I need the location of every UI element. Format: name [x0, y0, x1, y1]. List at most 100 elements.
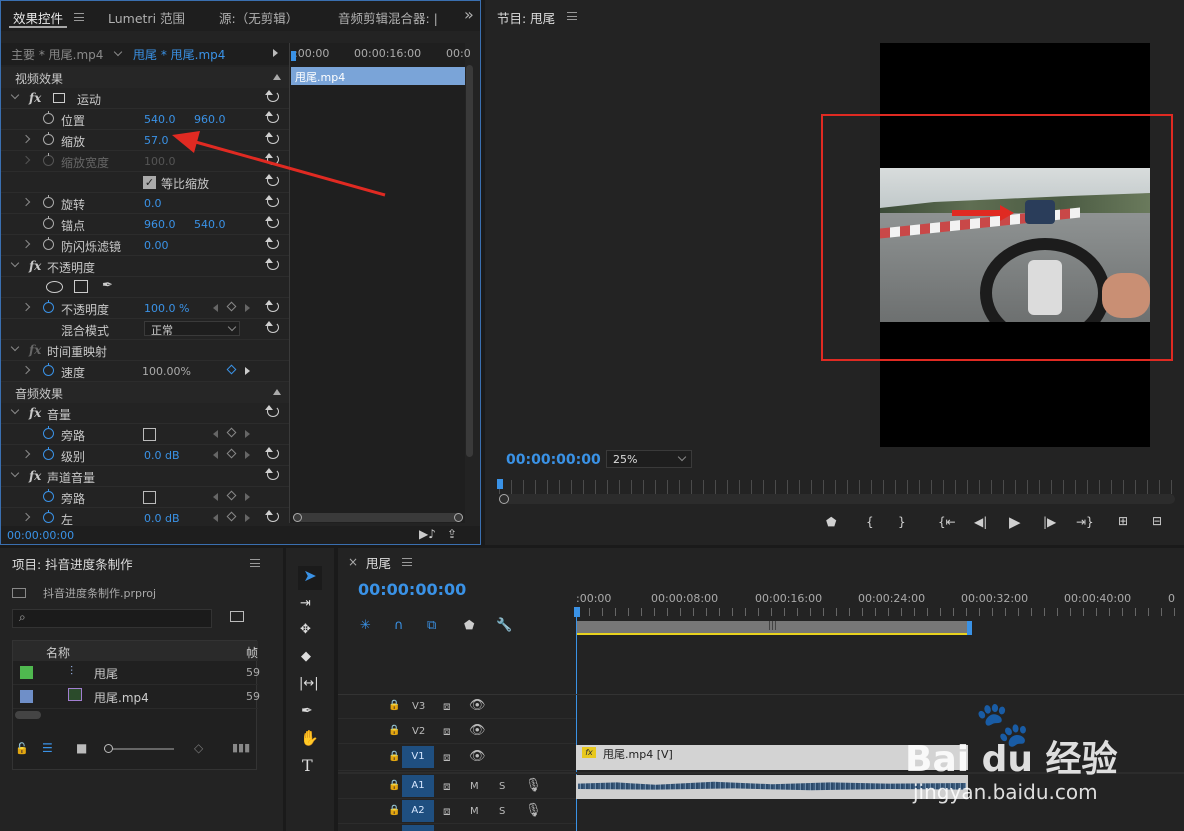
opacity-group-row[interactable]: fx 不透明度 — [1, 256, 289, 277]
a1-target-button[interactable]: A1 — [402, 775, 434, 797]
label-color-swatch[interactable] — [20, 690, 33, 703]
mark-in-icon[interactable]: { — [866, 515, 874, 529]
export-icon[interactable]: ⇪ — [447, 527, 457, 541]
prev-keyframe-icon[interactable] — [213, 493, 218, 501]
eye-icon[interactable]: 👁 — [469, 749, 486, 764]
ripple-edit-tool-icon[interactable]: ✥ — [300, 622, 311, 637]
reset-icon[interactable] — [265, 321, 279, 333]
go-to-out-icon[interactable]: ⇥} — [1076, 515, 1094, 529]
overwrite-icon[interactable]: ⊟ — [1152, 514, 1162, 528]
type-tool-icon[interactable]: T — [302, 756, 313, 775]
add-keyframe-icon[interactable] — [226, 301, 237, 312]
lock-icon[interactable]: 🔒 — [388, 780, 400, 791]
motion-transform-icon[interactable] — [53, 93, 65, 103]
sync-lock-icon[interactable]: ⧈ — [443, 699, 451, 714]
expand-timeline-icon[interactable] — [273, 49, 278, 57]
reset-icon[interactable] — [265, 468, 279, 480]
stopwatch-icon[interactable] — [43, 216, 54, 229]
speed-value[interactable]: 100.00% — [142, 365, 191, 378]
add-marker-icon[interactable]: ⬟ — [826, 515, 836, 529]
ellipse-mask-icon[interactable] — [46, 281, 63, 293]
lock-icon[interactable]: 🔒 — [388, 725, 400, 736]
stopwatch-icon[interactable] — [43, 195, 54, 208]
pen-mask-icon[interactable]: ✒ — [102, 278, 113, 293]
close-sequence-icon[interactable]: × — [348, 555, 358, 569]
add-keyframe-icon[interactable] — [226, 427, 237, 438]
eye-icon[interactable]: 👁 — [469, 723, 486, 738]
sort-icon[interactable]: ◇ — [194, 741, 203, 755]
insert-icon[interactable]: ⊞ — [1118, 514, 1128, 528]
reset-icon[interactable] — [265, 510, 279, 522]
a3-target-button[interactable] — [402, 825, 434, 831]
prev-keyframe-icon[interactable] — [213, 304, 218, 312]
stopwatch-icon[interactable] — [43, 111, 54, 124]
panel-menu-icon[interactable] — [250, 559, 260, 567]
stopwatch-icon[interactable] — [43, 300, 54, 313]
opacity-value-expand-chevron-icon[interactable] — [21, 302, 31, 312]
sync-lock-icon[interactable]: ⧈ — [443, 779, 451, 794]
v1-target-button[interactable]: V1 — [402, 746, 434, 768]
pen-tool-icon[interactable]: ✒ — [301, 703, 313, 719]
bypass2-checkbox[interactable] — [143, 491, 156, 504]
play-icon[interactable]: ▶ — [1009, 513, 1021, 531]
level-expand-chevron-icon[interactable] — [21, 449, 31, 459]
mini-timeline[interactable]: :00:00 00:00:16:00 00:0 甩尾.mp4 — [289, 43, 471, 523]
anchor-x-value[interactable]: 960.0 — [144, 218, 176, 231]
eye-icon[interactable]: 👁 — [469, 698, 486, 713]
source-dropdown-chevron-icon[interactable] — [113, 47, 123, 57]
go-to-in-icon[interactable]: {⇤ — [938, 515, 956, 529]
next-keyframe-icon[interactable] — [245, 514, 250, 522]
next-keyframe-icon[interactable] — [245, 304, 250, 312]
channel-volume-expand-chevron-icon[interactable] — [10, 468, 20, 478]
stopwatch-icon[interactable] — [43, 510, 54, 523]
source-clip-label[interactable]: 甩尾 * 甩尾.mp4 — [133, 46, 225, 63]
microphone-icon[interactable]: 🎙 — [525, 778, 542, 793]
scale-width-expand-chevron-icon[interactable] — [21, 155, 31, 165]
timeline-playhead-head[interactable] — [574, 607, 580, 617]
effect-controls-vscroll[interactable] — [466, 65, 473, 457]
panel-menu-icon[interactable] — [402, 558, 412, 566]
more-tabs-icon[interactable]: » — [464, 5, 474, 24]
rotation-expand-chevron-icon[interactable] — [21, 197, 31, 207]
anti-flicker-value[interactable]: 0.00 — [144, 239, 169, 252]
program-timecode[interactable]: 00:00:00:00 — [506, 452, 601, 468]
razor-tool-icon[interactable]: ◆ — [301, 649, 311, 664]
tab-audio-clip-mixer[interactable]: 音频剪辑混合器: | — [338, 8, 438, 27]
mute-button[interactable]: M — [470, 806, 479, 817]
stopwatch-icon[interactable] — [43, 426, 54, 439]
sync-lock-icon[interactable]: ⧈ — [443, 804, 451, 819]
stopwatch-icon[interactable] — [43, 447, 54, 460]
play-audio-icon[interactable]: ▶♪ — [419, 527, 436, 541]
step-back-icon[interactable]: ◀| — [974, 515, 987, 529]
slip-tool-icon[interactable]: |↔| — [299, 676, 319, 691]
microphone-icon[interactable]: 🎙 — [525, 803, 542, 818]
channel-volume-row[interactable]: fx 声道音量 — [1, 466, 289, 487]
rotation-value[interactable]: 0.0 — [144, 197, 162, 210]
mini-timeline-hscroll[interactable] — [293, 513, 463, 522]
opacity-expand-chevron-icon[interactable] — [10, 258, 20, 268]
panel-menu-icon[interactable] — [567, 12, 577, 20]
mute-button[interactable]: M — [470, 781, 479, 792]
source-master-label[interactable]: 主要 * 甩尾.mp4 — [11, 46, 103, 63]
scale-expand-chevron-icon[interactable] — [21, 134, 31, 144]
blend-mode-select[interactable]: 正常 — [144, 321, 240, 337]
add-keyframe-icon[interactable] — [226, 448, 237, 459]
sequence-tab-title[interactable]: 甩尾 — [366, 553, 391, 572]
lock-icon[interactable]: 🔒 — [388, 700, 400, 711]
panel-menu-icon[interactable] — [74, 13, 84, 21]
tab-lumetri-scopes[interactable]: Lumetri 范围 — [108, 8, 185, 27]
prev-keyframe-icon[interactable] — [213, 430, 218, 438]
lock-icon[interactable]: 🔒 — [388, 805, 400, 816]
snap-icon[interactable]: ∩ — [394, 618, 404, 633]
reset-icon[interactable] — [265, 216, 279, 228]
work-area-bar[interactable]: ||| — [576, 621, 968, 635]
opacity-fx-badge[interactable]: fx — [29, 259, 41, 273]
collapse-up-icon[interactable] — [273, 389, 281, 395]
stopwatch-icon[interactable] — [43, 237, 54, 250]
lock-icon[interactable]: 🔒 — [388, 751, 400, 762]
program-ruler[interactable] — [499, 480, 1175, 494]
next-keyframe-icon[interactable] — [245, 367, 250, 375]
new-search-bin-icon[interactable] — [230, 611, 244, 622]
lock-icon[interactable]: 🔓 — [15, 742, 29, 755]
left-expand-chevron-icon[interactable] — [21, 512, 31, 522]
